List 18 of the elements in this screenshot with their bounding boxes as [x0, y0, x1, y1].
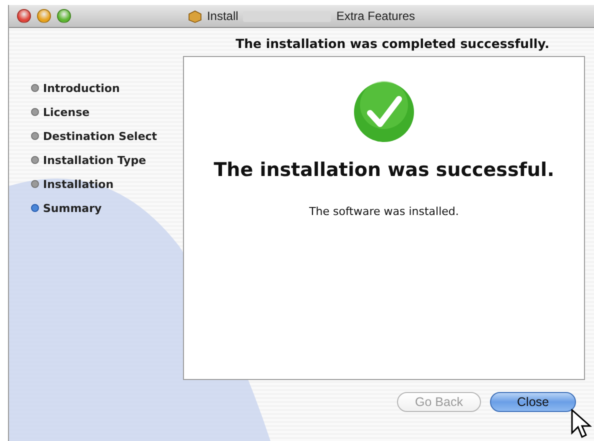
close-button[interactable]: Close: [490, 392, 576, 412]
step-label: Introduction: [43, 82, 120, 94]
step-label: Destination Select: [43, 130, 158, 142]
checkmark-icon: [353, 81, 415, 143]
zoom-window-button[interactable]: [57, 9, 71, 23]
package-icon: [188, 10, 202, 22]
step-label: Summary: [43, 202, 102, 214]
window-title: Install: [206, 9, 238, 23]
result-message: The software was installed.: [309, 205, 459, 218]
result-title: The installation was successful.: [214, 159, 554, 181]
minimize-window-button[interactable]: [37, 9, 51, 23]
page-heading: The installation was completed successfully.: [236, 36, 550, 51]
step-label: Installation: [43, 178, 114, 190]
window-title: Extra Features: [336, 9, 416, 23]
close-window-button[interactable]: [17, 9, 31, 23]
step-label: License: [43, 106, 90, 118]
mouse-pointer-icon: [571, 409, 593, 439]
step-label: Installation Type: [43, 154, 146, 166]
